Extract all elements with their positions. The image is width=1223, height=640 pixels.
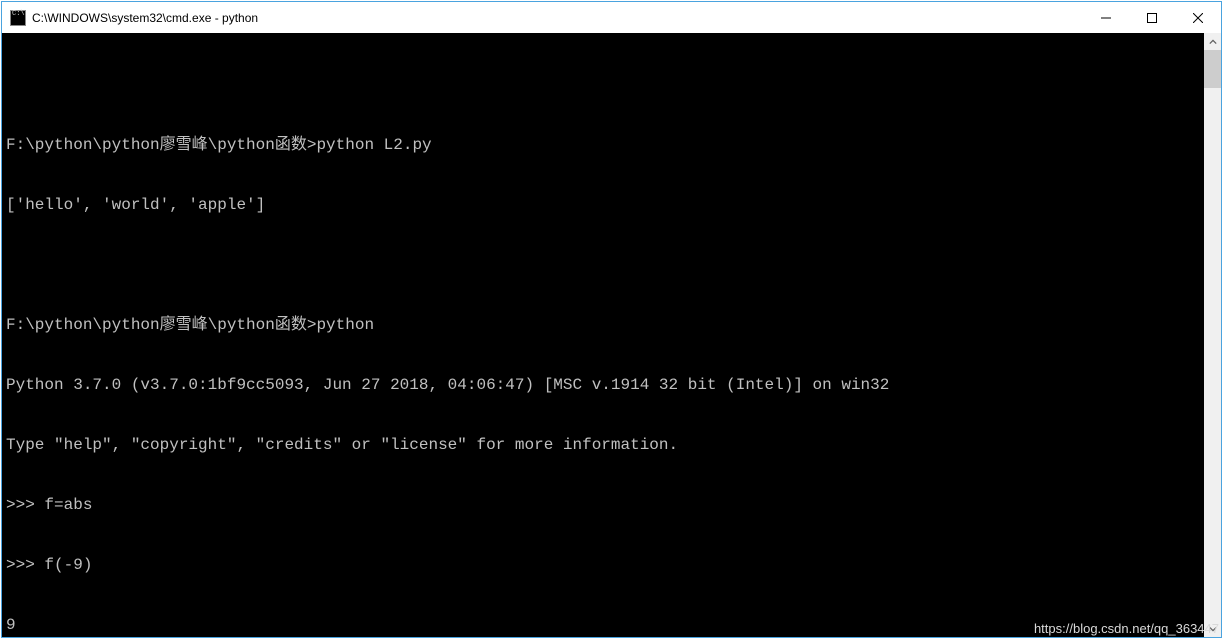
terminal-line: F:\python\python廖雪峰\python函数>python	[6, 315, 1200, 335]
terminal-line	[6, 255, 1200, 275]
vertical-scrollbar[interactable]	[1204, 33, 1221, 637]
scroll-down-button[interactable]	[1204, 620, 1221, 637]
maximize-button[interactable]	[1129, 2, 1175, 33]
chevron-up-icon	[1209, 38, 1217, 46]
minimize-button[interactable]	[1083, 2, 1129, 33]
terminal-line: Type "help", "copyright", "credits" or "…	[6, 435, 1200, 455]
content-area: F:\python\python廖雪峰\python函数>python L2.p…	[2, 33, 1221, 637]
terminal-line: 9	[6, 615, 1200, 635]
close-icon	[1193, 13, 1203, 23]
scroll-thumb[interactable]	[1204, 50, 1221, 88]
terminal-line: >>> f(-9)	[6, 555, 1200, 575]
cmd-window: C:\WINDOWS\system32\cmd.exe - python F:\…	[1, 1, 1222, 638]
terminal-output[interactable]: F:\python\python廖雪峰\python函数>python L2.p…	[2, 33, 1204, 637]
window-controls	[1083, 2, 1221, 33]
scroll-up-button[interactable]	[1204, 33, 1221, 50]
minimize-icon	[1101, 13, 1111, 23]
close-button[interactable]	[1175, 2, 1221, 33]
scroll-track[interactable]	[1204, 50, 1221, 620]
maximize-icon	[1147, 13, 1157, 23]
terminal-line: ['hello', 'world', 'apple']	[6, 195, 1200, 215]
window-title: C:\WINDOWS\system32\cmd.exe - python	[32, 11, 1083, 25]
terminal-line: Python 3.7.0 (v3.7.0:1bf9cc5093, Jun 27 …	[6, 375, 1200, 395]
titlebar[interactable]: C:\WINDOWS\system32\cmd.exe - python	[2, 2, 1221, 33]
terminal-line: F:\python\python廖雪峰\python函数>python L2.p…	[6, 135, 1200, 155]
cmd-icon	[10, 10, 26, 26]
chevron-down-icon	[1209, 625, 1217, 633]
terminal-line: >>> f=abs	[6, 495, 1200, 515]
terminal-line	[6, 75, 1200, 95]
